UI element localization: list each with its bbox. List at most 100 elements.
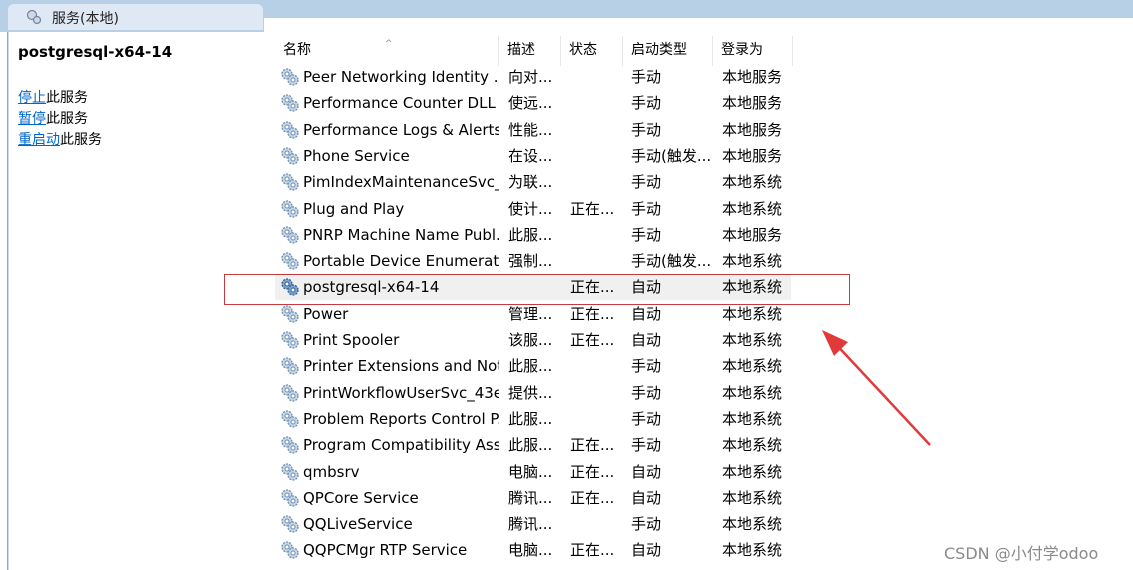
service-status-cell: 正在...	[570, 199, 615, 218]
gear-icon	[281, 68, 299, 86]
table-row[interactable]: PimIndexMaintenanceSvc_... 为联... 手动 本地系统	[275, 169, 791, 195]
service-logon-cell: 本地系统	[722, 383, 783, 402]
table-row[interactable]: qmbsrv 电脑... 正在... 自动 本地系统	[275, 459, 791, 485]
column-header-status[interactable]: 状态	[561, 36, 623, 66]
service-desc-cell: 腾讯...	[508, 488, 553, 507]
service-logon-cell: 本地服务	[722, 146, 783, 165]
header-filler	[264, 18, 1133, 32]
action-pause: 暂停此服务	[18, 109, 88, 129]
column-header-logon[interactable]: 登录为	[713, 36, 793, 66]
service-name-cell: Problem Reports Control P...	[303, 409, 499, 428]
service-startup-cell: 手动	[631, 409, 662, 428]
gear-icon	[281, 305, 299, 323]
table-row[interactable]: Performance Counter DLL ... 使远... 手动 本地服务	[275, 90, 791, 116]
table-row[interactable]: Phone Service 在设... 手动(触发... 本地服务	[275, 143, 791, 169]
window-header: 服务(本地)	[0, 0, 1133, 32]
gear-icon	[281, 541, 299, 560]
service-desc-cell: 强制...	[508, 252, 553, 271]
column-label: 登录为	[721, 42, 763, 58]
gear-icon	[281, 357, 299, 375]
stop-service-link[interactable]: 停止	[18, 90, 46, 106]
window-title: 服务(本地)	[52, 11, 119, 27]
column-header-startup[interactable]: 启动类型	[623, 36, 713, 66]
service-name-cell: Plug and Play	[303, 199, 405, 218]
service-status-cell	[570, 353, 626, 379]
service-name-cell: PrintWorkflowUserSvc_43e...	[303, 383, 499, 402]
service-desc-cell: 电脑...	[508, 541, 553, 560]
service-logon-cell: 本地服务	[722, 120, 783, 139]
service-status-cell	[570, 143, 626, 169]
column-header-desc[interactable]: 描述	[499, 36, 561, 66]
table-row[interactable]: PNRP Machine Name Publ... 此服... 手动 本地服务	[275, 222, 791, 248]
column-header-name[interactable]: 名称 ^	[275, 36, 499, 66]
watermark: CSDN @小付学odoo	[944, 544, 1099, 563]
service-name-cell: Performance Counter DLL ...	[303, 94, 499, 113]
service-status-cell	[570, 511, 626, 537]
gear-icon	[281, 199, 299, 218]
action-suffix: 此服务	[46, 111, 88, 127]
service-desc-cell: 电脑...	[508, 462, 553, 481]
gear-icon	[281, 410, 299, 428]
service-startup-cell: 手动	[631, 357, 662, 376]
service-startup-cell: 手动	[631, 515, 662, 534]
gear-icon	[281, 331, 299, 349]
column-label: 状态	[569, 42, 597, 58]
service-logon-cell: 本地系统	[722, 488, 783, 507]
gear-icon	[281, 147, 299, 165]
service-startup-cell: 手动	[631, 199, 662, 218]
service-name-cell: PNRP Machine Name Publ...	[303, 225, 499, 244]
service-startup-cell: 手动(触发...	[631, 252, 712, 271]
service-desc-cell: 性能...	[508, 120, 553, 139]
table-row[interactable]: PrintWorkflowUserSvc_43e... 提供... 手动 本地系统	[275, 380, 791, 406]
table-row[interactable]: Plug and Play 使计... 正在... 手动 本地系统	[275, 196, 791, 222]
gear-icon	[281, 173, 299, 191]
service-desc-cell: 提供...	[508, 383, 553, 402]
table-row[interactable]: QQLiveService 腾讯... 手动 本地系统	[275, 511, 791, 537]
service-name-cell: Phone Service	[303, 146, 410, 165]
service-startup-cell: 自动	[631, 488, 662, 507]
service-desc-cell: 此服...	[508, 436, 553, 455]
service-logon-cell: 本地系统	[722, 462, 783, 481]
table-row[interactable]: QPCore Service 腾讯... 正在... 自动 本地系统	[275, 485, 791, 511]
column-label: 名称	[283, 42, 311, 58]
service-startup-cell: 手动	[631, 68, 662, 86]
service-logon-cell: 本地服务	[722, 68, 783, 86]
service-name-cell: QQLiveService	[303, 515, 413, 534]
service-name-cell: Print Spooler	[303, 331, 400, 349]
gear-icon	[281, 515, 299, 533]
service-name-cell: QQPCMgr RTP Service	[303, 541, 468, 560]
table-row[interactable]: Problem Reports Control P... 此服... 手动 本地系统	[275, 406, 791, 432]
table-row[interactable]: Program Compatibility Assi... 此服... 正在... 手…	[275, 432, 791, 458]
service-startup-cell: 手动	[631, 436, 662, 455]
table-row[interactable]: Portable Device Enumerat... 强制... 手动(触发...…	[275, 248, 791, 274]
service-name-cell: QPCore Service	[303, 488, 419, 507]
table-row[interactable]: Print Spooler 该服... 正在... 自动 本地系统	[275, 327, 791, 353]
restart-service-link[interactable]: 重启动	[18, 132, 60, 148]
table-row[interactable]: Performance Logs & Alerts 性能... 手动 本地服务	[275, 117, 791, 143]
service-startup-cell: 手动	[631, 173, 662, 192]
gear-icon	[281, 120, 299, 139]
table-row[interactable]: Printer Extensions and Noti... 此服... 手动 本地系…	[275, 353, 791, 379]
column-label: 启动类型	[631, 42, 687, 58]
service-status-cell	[570, 90, 626, 116]
service-status-cell	[570, 117, 626, 143]
action-suffix: 此服务	[60, 132, 102, 148]
pause-service-link[interactable]: 暂停	[18, 111, 46, 127]
service-status-cell	[570, 64, 626, 90]
service-logon-cell: 本地系统	[722, 436, 783, 455]
action-stop: 停止此服务	[18, 88, 88, 108]
table-row[interactable]: Peer Networking Identity ... 向对... 手动 本地服务	[275, 64, 791, 90]
service-name-cell: Peer Networking Identity ...	[303, 68, 499, 86]
service-status-cell	[570, 380, 626, 406]
service-desc-cell: 为联...	[508, 173, 553, 192]
gear-icon	[281, 252, 299, 270]
frame-border-inner	[8, 32, 9, 570]
service-desc-cell: 该服...	[508, 331, 553, 349]
gear-icon	[281, 436, 299, 454]
service-desc-cell: 向对...	[508, 68, 553, 86]
frame-border	[0, 32, 8, 570]
service-status-cell: 正在...	[570, 488, 615, 507]
service-desc-cell: 此服...	[508, 225, 553, 244]
table-row[interactable]: QQPCMgr RTP Service 电脑... 正在... 自动 本地系统	[275, 537, 791, 563]
service-desc-cell: 此服...	[508, 409, 553, 428]
